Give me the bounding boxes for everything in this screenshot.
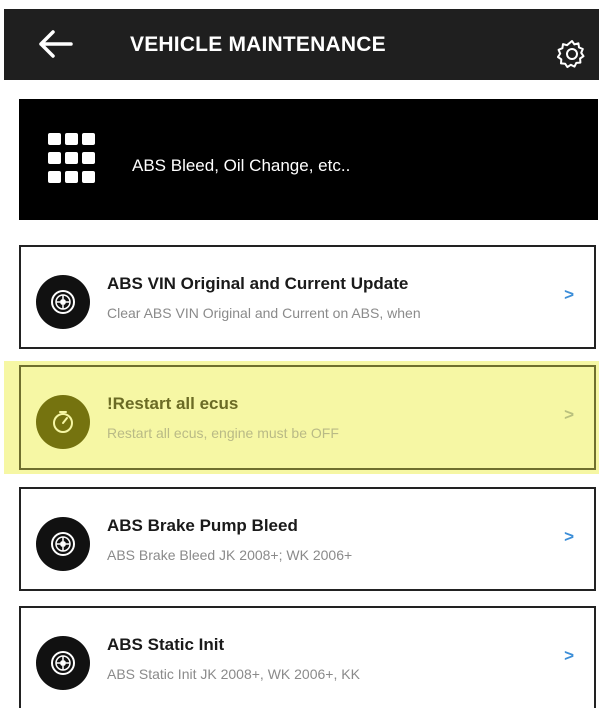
list-item-abs-brake-pump-bleed[interactable]: ABS Brake Pump Bleed ABS Brake Bleed JK … <box>19 487 596 591</box>
wheel-icon <box>51 651 75 675</box>
list-item-restart-all-ecus[interactable]: !Restart all ecus Restart all ecus, engi… <box>4 361 599 474</box>
chevron-right-icon: > <box>564 405 574 424</box>
item-title: !Restart all ecus <box>107 394 239 413</box>
item-title: ABS Static Init <box>107 635 225 654</box>
category-banner[interactable]: ABS Bleed, Oil Change, etc.. <box>19 99 598 220</box>
item-icon-badge <box>36 395 90 449</box>
chevron-right-icon: > <box>564 285 574 304</box>
page-title: VEHICLE MAINTENANCE <box>130 33 386 56</box>
item-subtitle: Clear ABS VIN Original and Current on AB… <box>107 305 421 321</box>
stopwatch-icon <box>53 411 73 433</box>
grid-icon <box>48 133 95 183</box>
banner-text: ABS Bleed, Oil Change, etc.. <box>132 156 351 175</box>
item-subtitle: Restart all ecus, engine must be OFF <box>107 425 339 441</box>
chevron-right-icon: > <box>564 646 574 665</box>
settings-button[interactable] <box>556 39 587 69</box>
wheel-icon <box>51 290 75 314</box>
item-icon-badge <box>36 636 90 690</box>
top-app-bar: VEHICLE MAINTENANCE <box>4 9 599 80</box>
wheel-icon <box>51 532 75 556</box>
chevron-right-icon: > <box>564 527 574 546</box>
gear-icon <box>556 40 585 69</box>
arrow-left-icon <box>39 30 73 58</box>
item-icon-badge <box>36 517 90 571</box>
list-item-abs-static-init[interactable]: ABS Static Init ABS Static Init JK 2008+… <box>19 606 596 708</box>
item-subtitle: ABS Brake Bleed JK 2008+; WK 2006+ <box>107 547 353 563</box>
item-icon-badge <box>36 275 90 329</box>
item-title: ABS Brake Pump Bleed <box>107 516 298 535</box>
item-frame: !Restart all ecus Restart all ecus, engi… <box>19 365 596 470</box>
back-button[interactable] <box>38 27 74 61</box>
list-item-abs-vin-update[interactable]: ABS VIN Original and Current Update Clea… <box>19 245 596 349</box>
item-title: ABS VIN Original and Current Update <box>107 274 409 293</box>
item-subtitle: ABS Static Init JK 2008+, WK 2006+, KK <box>107 666 360 682</box>
